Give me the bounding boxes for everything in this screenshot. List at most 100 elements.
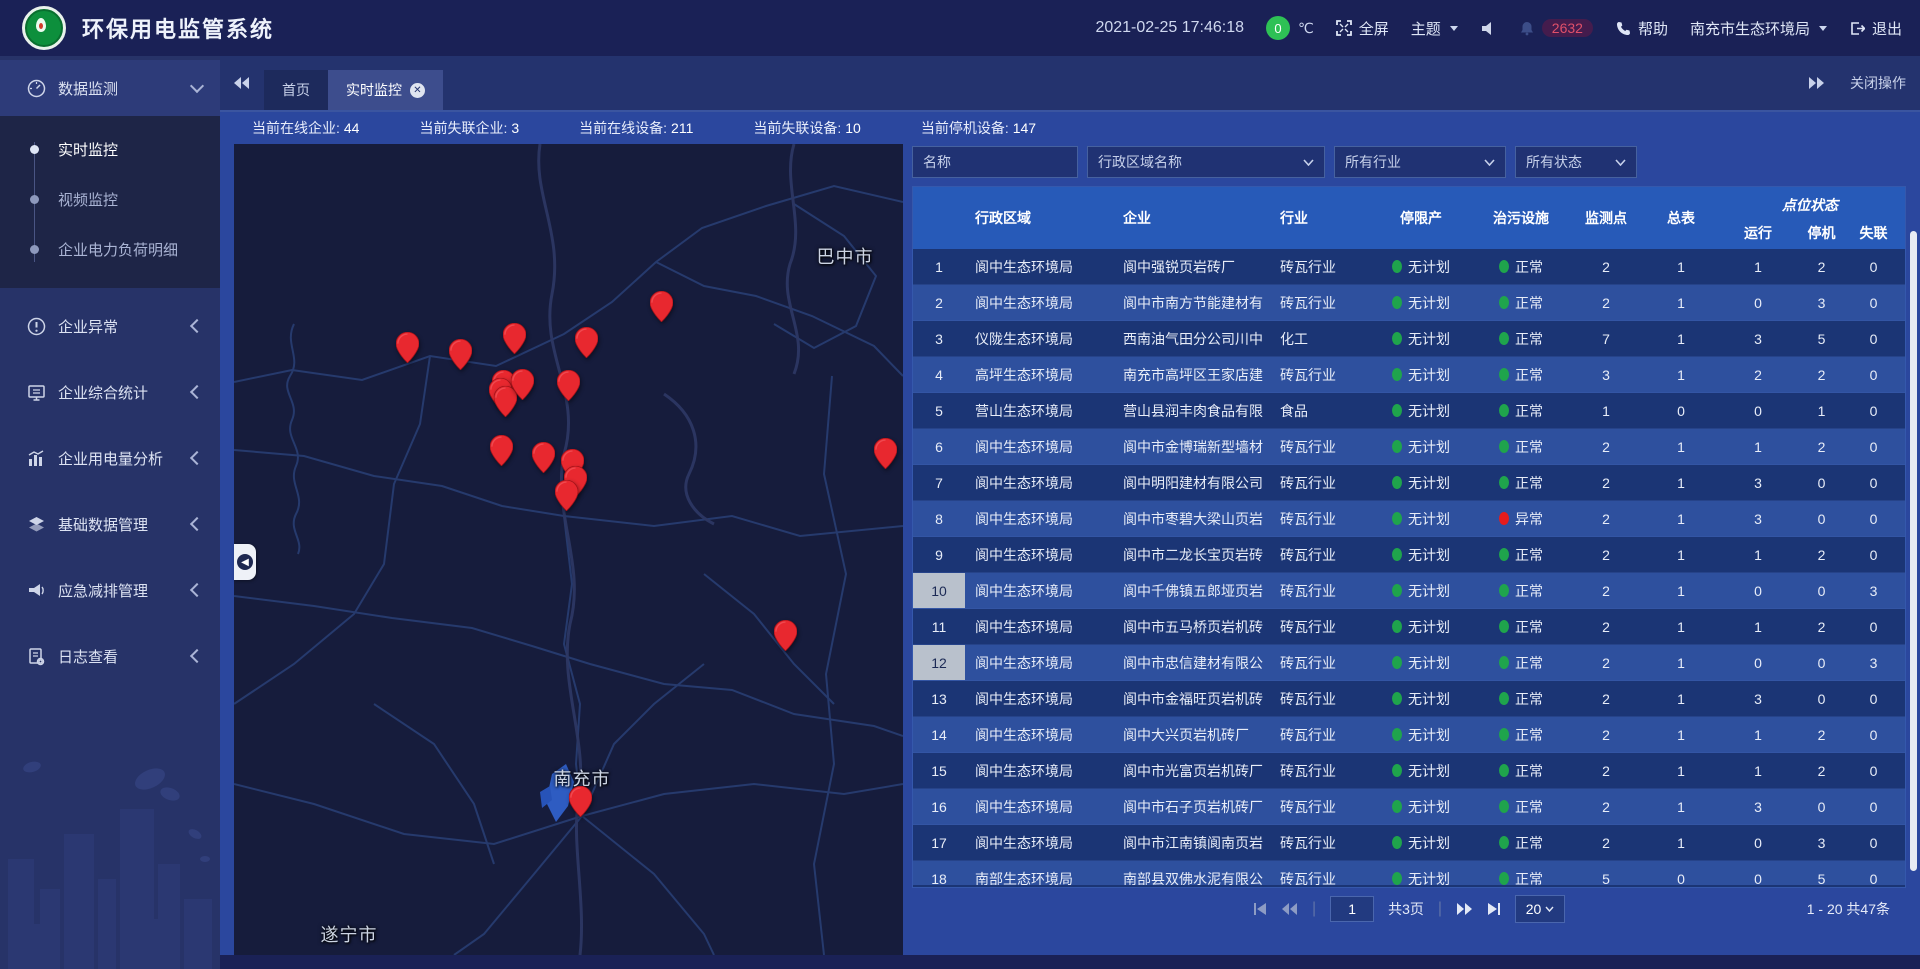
chevron-icon bbox=[190, 451, 204, 465]
table-row[interactable]: 16阆中生态环境局阆中市石子页岩机砖厂砖瓦行业无计划正常21300 bbox=[913, 789, 1905, 825]
green-dot-icon bbox=[1392, 872, 1402, 885]
cell-total-meter: 1 bbox=[1641, 429, 1721, 464]
tab-realtime-monitor[interactable]: 实时监控 ✕ bbox=[328, 70, 443, 110]
cell-facility-status: 正常 bbox=[1471, 357, 1571, 392]
table-row[interactable]: 8阆中生态环境局阆中市枣碧大梁山页岩砖瓦行业无计划异常21300 bbox=[913, 501, 1905, 537]
cell-monitor-count: 2 bbox=[1571, 825, 1641, 860]
table-row[interactable]: 2阆中生态环境局阆中市南方节能建材有砖瓦行业无计划正常21030 bbox=[913, 285, 1905, 321]
row-index: 17 bbox=[913, 825, 965, 860]
map-pin[interactable] bbox=[532, 442, 555, 473]
map-pin[interactable] bbox=[511, 369, 534, 400]
sidebar-item[interactable]: 视频监控 bbox=[0, 174, 220, 224]
sidebar: 数据监测实时监控视频监控企业电力负荷明细企业异常企业综合统计企业用电量分析基础数… bbox=[0, 56, 220, 969]
org-dropdown[interactable]: 南充市生态环境局 bbox=[1690, 18, 1827, 39]
green-dot-icon bbox=[1499, 836, 1509, 849]
theme-dropdown[interactable]: 主题 bbox=[1411, 18, 1458, 39]
sidebar-group-emergency-reduce[interactable]: 应急减排管理 bbox=[0, 562, 220, 618]
table-row[interactable]: 5营山生态环境局营山县润丰肉食品有限食品无计划正常10010 bbox=[913, 393, 1905, 429]
help-button[interactable]: 帮助 bbox=[1615, 18, 1668, 39]
status-select[interactable]: 所有状态 bbox=[1515, 146, 1637, 178]
cell-total-meter: 1 bbox=[1641, 681, 1721, 716]
sidebar-collapse-handle[interactable]: ◀ bbox=[234, 544, 256, 580]
sidebar-item[interactable]: 实时监控 bbox=[0, 124, 220, 174]
cell-run-count: 1 bbox=[1721, 717, 1795, 752]
table-row[interactable]: 12阆中生态环境局阆中市忠信建材有限公砖瓦行业无计划正常21003 bbox=[913, 645, 1905, 681]
cell-halt-count: 5 bbox=[1795, 321, 1848, 356]
cell-industry: 砖瓦行业 bbox=[1263, 429, 1371, 464]
region-select[interactable]: 行政区域名称 bbox=[1087, 146, 1325, 178]
fullscreen-button[interactable]: 全屏 bbox=[1336, 18, 1389, 39]
logout-button[interactable]: 退出 bbox=[1849, 18, 1902, 39]
next-page-button[interactable] bbox=[1456, 903, 1472, 915]
sidebar-group-log-view[interactable]: 日志查看 bbox=[0, 628, 220, 684]
double-left-arrow-icon bbox=[234, 77, 250, 89]
prev-page-button[interactable] bbox=[1282, 903, 1298, 915]
cell-monitor-count: 2 bbox=[1571, 753, 1641, 788]
tab-home[interactable]: 首页 bbox=[264, 70, 328, 110]
cell-total-meter: 1 bbox=[1641, 753, 1721, 788]
map-pin[interactable] bbox=[555, 480, 578, 511]
cell-total-meter: 0 bbox=[1641, 393, 1721, 428]
last-page-button[interactable] bbox=[1486, 903, 1501, 915]
name-search-input[interactable] bbox=[912, 146, 1078, 178]
cell-industry: 砖瓦行业 bbox=[1263, 465, 1371, 500]
col-region: 行政区域 bbox=[965, 187, 1113, 249]
map-pin[interactable] bbox=[557, 370, 580, 401]
sidebar-group-base-data[interactable]: 基础数据管理 bbox=[0, 496, 220, 552]
cell-industry: 砖瓦行业 bbox=[1263, 609, 1371, 644]
table-row[interactable]: 15阆中生态环境局阆中市光富页岩机砖厂砖瓦行业无计划正常21120 bbox=[913, 753, 1905, 789]
cell-stop-status: 无计划 bbox=[1371, 645, 1471, 680]
tabs-scroll-right-button[interactable] bbox=[1808, 77, 1824, 89]
mute-button[interactable] bbox=[1480, 20, 1497, 37]
green-dot-icon bbox=[1392, 836, 1402, 849]
cell-monitor-count: 5 bbox=[1571, 861, 1641, 885]
table-row[interactable]: 14阆中生态环境局阆中大兴页岩机砖厂砖瓦行业无计划正常21120 bbox=[913, 717, 1905, 753]
sidebar-group-power-analysis[interactable]: 企业用电量分析 bbox=[0, 430, 220, 486]
sidebar-group-enterprise-stats[interactable]: 企业综合统计 bbox=[0, 364, 220, 420]
sidebar-item[interactable]: 企业电力负荷明细 bbox=[0, 224, 220, 274]
table-row[interactable]: 4高坪生态环境局南充市高坪区王家店建砖瓦行业无计划正常31220 bbox=[913, 357, 1905, 393]
sidebar-group-enterprise-abnormal[interactable]: 企业异常 bbox=[0, 298, 220, 354]
map-pin[interactable] bbox=[650, 291, 673, 322]
cell-total-meter: 1 bbox=[1641, 249, 1721, 284]
notifications-button[interactable]: 2632 bbox=[1519, 19, 1593, 37]
table-row[interactable]: 17阆中生态环境局阆中市江南镇阆南页岩砖瓦行业无计划正常21030 bbox=[913, 825, 1905, 861]
cell-company: 南充市高坪区王家店建 bbox=[1113, 357, 1263, 392]
table-row[interactable]: 9阆中生态环境局阆中市二龙长宝页岩砖砖瓦行业无计划正常21120 bbox=[913, 537, 1905, 573]
cell-company: 阆中市忠信建材有限公 bbox=[1113, 645, 1263, 680]
row-index: 13 bbox=[913, 681, 965, 716]
table-row[interactable]: 18南部生态环境局南部县双佛水泥有限公砖瓦行业无计划正常50050 bbox=[913, 861, 1905, 885]
first-page-button[interactable] bbox=[1253, 903, 1268, 915]
map-pin[interactable] bbox=[774, 620, 797, 651]
map-pin[interactable] bbox=[396, 332, 419, 363]
map-pin[interactable] bbox=[575, 327, 598, 358]
sidebar-group-data-monitor[interactable]: 数据监测 bbox=[0, 60, 220, 116]
industry-select[interactable]: 所有行业 bbox=[1334, 146, 1506, 178]
cell-halt-count: 0 bbox=[1795, 465, 1848, 500]
table-row[interactable]: 13阆中生态环境局阆中市金福旺页岩机砖砖瓦行业无计划正常21300 bbox=[913, 681, 1905, 717]
table-row[interactable]: 1阆中生态环境局阆中强锐页岩砖厂砖瓦行业无计划正常21120 bbox=[913, 249, 1905, 285]
page-size-select[interactable]: 20 bbox=[1515, 895, 1565, 923]
green-dot-icon bbox=[1392, 440, 1402, 453]
map-pin[interactable] bbox=[449, 339, 472, 370]
map-pin[interactable] bbox=[490, 435, 513, 466]
table-row[interactable]: 6阆中生态环境局阆中市金博瑞新型墙材砖瓦行业无计划正常21120 bbox=[913, 429, 1905, 465]
map-pin[interactable] bbox=[569, 786, 592, 817]
cell-halt-count: 2 bbox=[1795, 609, 1848, 644]
cell-monitor-count: 2 bbox=[1571, 717, 1641, 752]
cell-company: 阆中市二龙长宝页岩砖 bbox=[1113, 537, 1263, 572]
map-panel[interactable]: 巴中市南充市遂宁市 bbox=[234, 144, 903, 955]
page-number-input[interactable] bbox=[1330, 896, 1374, 922]
table-scrollbar[interactable] bbox=[1910, 231, 1917, 871]
table-row[interactable]: 7阆中生态环境局阆中明阳建材有限公司砖瓦行业无计划正常21300 bbox=[913, 465, 1905, 501]
close-operations-button[interactable]: 关闭操作 bbox=[1850, 73, 1906, 93]
tab-close-icon[interactable]: ✕ bbox=[410, 83, 425, 98]
map-pin[interactable] bbox=[503, 323, 526, 354]
table-row[interactable]: 10阆中生态环境局阆中千佛镇五郎垭页岩砖瓦行业无计划正常21003 bbox=[913, 573, 1905, 609]
cell-total-meter: 1 bbox=[1641, 501, 1721, 536]
map-pin[interactable] bbox=[874, 438, 897, 469]
cell-total-meter: 1 bbox=[1641, 645, 1721, 680]
table-row[interactable]: 11阆中生态环境局阆中市五马桥页岩机砖砖瓦行业无计划正常21120 bbox=[913, 609, 1905, 645]
tabs-scroll-left-button[interactable] bbox=[220, 56, 264, 110]
table-row[interactable]: 3仪陇生态环境局西南油气田分公司川中化工无计划正常71350 bbox=[913, 321, 1905, 357]
